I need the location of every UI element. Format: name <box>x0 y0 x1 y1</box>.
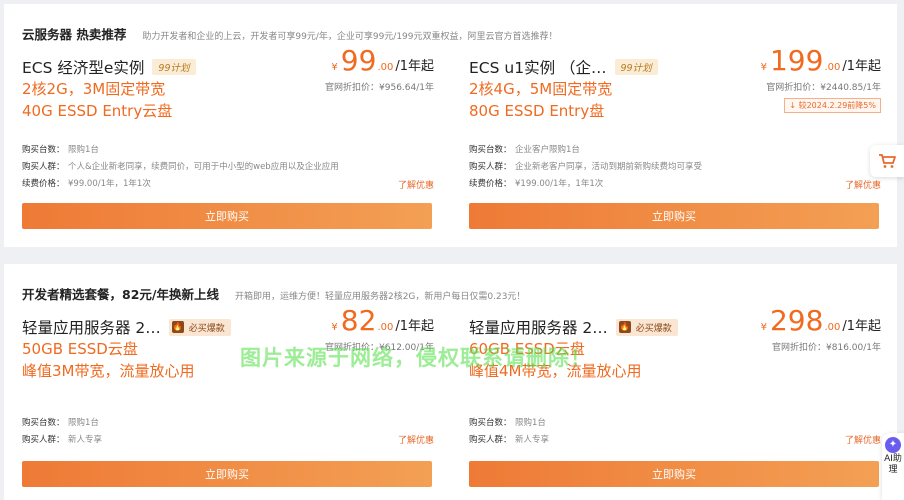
ai-assistant-label: AI助理 <box>884 454 902 475</box>
info-row: 购买人群： 新人专享 <box>22 435 103 445</box>
price-box: ¥ 298 .00 /1年起 官网折扣价：¥816.00/1年 <box>761 304 881 353</box>
original-price: 官网折扣价：¥612.00/1年 <box>325 343 434 353</box>
product-spec-cpu: 2核2G，3M固定带宽 <box>22 80 166 98</box>
product-card: 轻量应用服务器 2… 🔥 必买爆款 50GB ESSD云盘 峰值3M带宽，流量放心… <box>22 304 434 496</box>
developer-package-section: 开发者精选套餐，82元/年换新上线 开箱即用，运维方便！轻量应用服务器2核2G，… <box>4 264 897 500</box>
plan-tag: 99计划 <box>614 59 658 75</box>
price-integer: 298 <box>769 304 824 337</box>
product-card: 轻量应用服务器 2… 🔥 必买爆款 60GB ESSD云盘 峰值4M带宽，流量放心… <box>469 304 881 496</box>
price-box: ¥ 199 .00 /1年起 官网折扣价：¥2440.85/1年 ↓ 较2024… <box>761 44 881 113</box>
info-row: 购买台数： 限购1台 <box>22 145 99 155</box>
info-row: 续费价格： ¥99.00/1年，1年1次 <box>22 179 151 189</box>
product-spec-cpu: 2核4G，5M固定带宽 <box>469 80 613 98</box>
info-row: 续费价格： ¥199.00/1年，1年1次 <box>469 179 604 189</box>
currency-symbol: ¥ <box>760 322 767 333</box>
section-header: 开发者精选套餐，82元/年换新上线 开箱即用，运维方便！轻量应用服务器2核2G，… <box>22 284 525 303</box>
price-decimal: .00 <box>824 322 841 333</box>
plan-tag: 99计划 <box>152 59 196 75</box>
arrow-down-icon: ↓ <box>789 101 797 110</box>
product-spec-disk: 60GB ESSD云盘 <box>469 340 585 358</box>
ai-assistant-button[interactable]: ✦ AI助理 <box>882 433 904 500</box>
product-name: ECS 经济型e实例 <box>22 59 145 77</box>
section-header: 云服务器 热卖推荐 助力开发者和企业的上云，开发者可享99元/年，企业可享99元… <box>22 24 558 43</box>
product-card: ECS 经济型e实例 99计划 2核2G，3M固定带宽 40G ESSD Ent… <box>22 44 434 236</box>
product-spec-bandwidth: 峰值4M带宽，流量放心用 <box>469 362 642 380</box>
price-drop-badge: ↓ 较2024.2.29前降5% <box>784 98 881 113</box>
info-row: 购买台数： 企业客户限购1台 <box>469 145 580 155</box>
hot-sale-section: 云服务器 热卖推荐 助力开发者和企业的上云，开发者可享99元/年，企业可享99元… <box>4 4 897 247</box>
product-card: ECS u1实例 （企… 99计划 2核4G，5M固定带宽 80G ESSD E… <box>469 44 881 236</box>
section-description: 助力开发者和企业的上云，开发者可享99元/年，企业可享99元/199元双重权益，… <box>142 32 558 42</box>
ai-assistant-icon: ✦ <box>885 437 901 453</box>
price-integer: 82 <box>340 304 377 337</box>
product-spec-disk: 80G ESSD Entry盘 <box>469 102 605 120</box>
original-price: 官网折扣价：¥956.64/1年 <box>325 83 434 93</box>
section-description: 开箱即用，运维方便！轻量应用服务器2核2G，新用户每日仅需0.23元！ <box>234 292 526 302</box>
shopping-cart-icon[interactable] <box>870 145 904 177</box>
price-box: ¥ 99 .00 /1年起 官网折扣价：¥956.64/1年 <box>325 44 434 93</box>
price-decimal: .00 <box>824 62 841 73</box>
section-title: 开发者精选套餐，82元/年换新上线 <box>22 287 219 302</box>
price-unit: /1年起 <box>395 59 434 74</box>
info-row: 购买人群： 个人&企业新老同享，续费同价，可用于中小型的web应用以及企业应用 <box>22 162 339 172</box>
currency-symbol: ¥ <box>331 62 338 73</box>
price-integer: 199 <box>769 44 824 77</box>
learn-more-link[interactable]: 了解优惠 <box>845 433 881 446</box>
product-name: 轻量应用服务器 2… <box>22 319 161 337</box>
price-box: ¥ 82 .00 /1年起 官网折扣价：¥612.00/1年 <box>325 304 434 353</box>
fire-icon: 🔥 <box>171 321 184 333</box>
price-unit: /1年起 <box>395 319 434 334</box>
currency-symbol: ¥ <box>760 62 767 73</box>
info-row: 购买人群： 企业新老客户同享，活动到期前新购续费均可享受 <box>469 162 703 172</box>
cart-glyph <box>879 154 896 168</box>
product-name: 轻量应用服务器 2… <box>469 319 608 337</box>
price-integer: 99 <box>340 44 377 77</box>
hot-tag: 🔥 必买爆款 <box>615 318 678 336</box>
original-price: 官网折扣价：¥2440.85/1年 <box>766 83 881 93</box>
learn-more-link[interactable]: 了解优惠 <box>398 178 434 191</box>
info-row: 购买台数： 限购1台 <box>22 418 99 428</box>
fire-icon: 🔥 <box>618 321 631 333</box>
learn-more-link[interactable]: 了解优惠 <box>398 433 434 446</box>
hot-tag: 🔥 必买爆款 <box>168 318 231 336</box>
product-spec-disk: 50GB ESSD云盘 <box>22 340 138 358</box>
product-spec-bandwidth: 峰值3M带宽，流量放心用 <box>22 362 195 380</box>
info-row: 购买台数： 限购1台 <box>469 418 546 428</box>
original-price: 官网折扣价：¥816.00/1年 <box>772 343 881 353</box>
price-decimal: .00 <box>377 62 394 73</box>
section-title: 云服务器 热卖推荐 <box>22 27 127 42</box>
buy-now-button[interactable]: 立即购买 <box>22 203 432 229</box>
learn-more-link[interactable]: 了解优惠 <box>845 178 881 191</box>
buy-now-button[interactable]: 立即购买 <box>22 461 432 487</box>
price-unit: /1年起 <box>842 319 881 334</box>
currency-symbol: ¥ <box>331 322 338 333</box>
buy-now-button[interactable]: 立即购买 <box>469 203 879 229</box>
price-decimal: .00 <box>377 322 394 333</box>
product-name: ECS u1实例 （企… <box>469 59 607 77</box>
info-row: 购买人群： 新人专享 <box>469 435 550 445</box>
product-spec-disk: 40G ESSD Entry云盘 <box>22 102 173 120</box>
price-unit: /1年起 <box>842 59 881 74</box>
buy-now-button[interactable]: 立即购买 <box>469 461 879 487</box>
